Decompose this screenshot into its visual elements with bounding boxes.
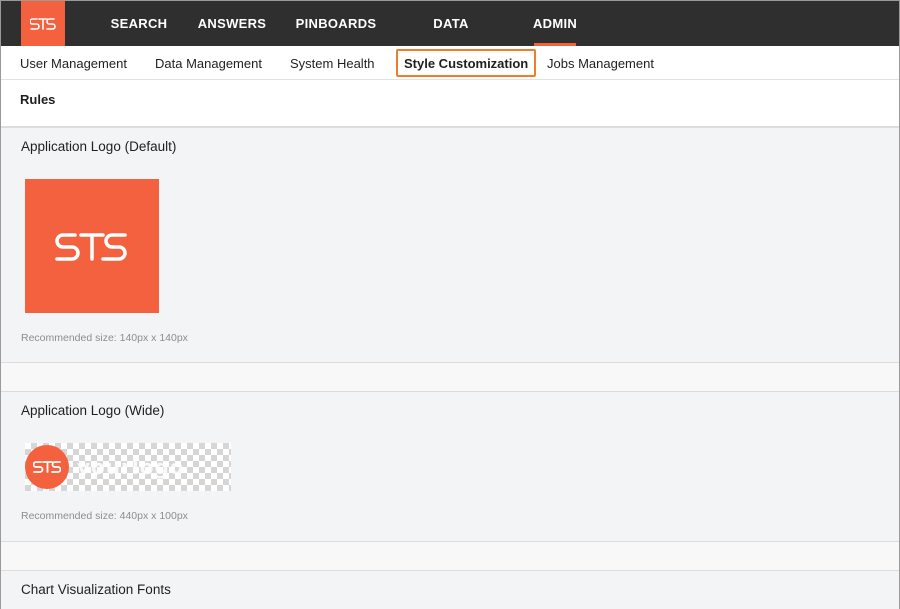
- nav-admin[interactable]: ADMIN: [533, 1, 577, 46]
- section-chart-fonts: Chart Visualization Fonts: [1, 570, 899, 609]
- section-logo-wide: Application Logo (Wide) yourlogo Recomme…: [1, 391, 899, 542]
- tab-system-health[interactable]: System Health: [290, 46, 375, 80]
- wide-logo-upload[interactable]: yourlogo: [25, 443, 231, 491]
- section-spacer: [1, 363, 899, 391]
- tab-user-management[interactable]: User Management: [20, 46, 127, 80]
- tab-data-management[interactable]: Data Management: [155, 46, 262, 80]
- admin-subtabs: User Management Data Management System H…: [1, 46, 899, 80]
- default-logo-upload[interactable]: [25, 179, 159, 313]
- logo-wordmark: yourlogo: [77, 455, 185, 479]
- top-nav-bar: SEARCH ANSWERS PINBOARDS DATA ADMIN: [1, 1, 899, 46]
- rules-bar: Rules: [1, 80, 899, 127]
- home-logo-button[interactable]: [21, 1, 65, 46]
- nav-pinboards[interactable]: PINBOARDS: [292, 1, 380, 46]
- tab-jobs-management[interactable]: Jobs Management: [547, 46, 654, 80]
- sts-logo-icon: [30, 17, 56, 30]
- section-logo-default: Application Logo (Default) Recommended s…: [1, 127, 899, 363]
- nav-answers[interactable]: ANSWERS: [194, 1, 270, 46]
- nav-search[interactable]: SEARCH: [104, 1, 174, 46]
- section-title: Application Logo (Wide): [21, 403, 165, 418]
- nav-data[interactable]: DATA: [426, 1, 476, 46]
- tab-style-customization[interactable]: Style Customization: [396, 49, 537, 77]
- recommended-size-note: Recommended size: 440px x 100px: [21, 510, 188, 522]
- sts-logo-icon: [55, 233, 127, 261]
- logo-circle: [25, 445, 69, 489]
- sts-logo-icon: [33, 461, 61, 473]
- section-title: Application Logo (Default): [21, 139, 177, 154]
- rules-heading: Rules: [20, 92, 56, 107]
- section-spacer: [1, 542, 899, 570]
- recommended-size-note: Recommended size: 140px x 140px: [21, 332, 188, 344]
- section-title: Chart Visualization Fonts: [21, 582, 171, 597]
